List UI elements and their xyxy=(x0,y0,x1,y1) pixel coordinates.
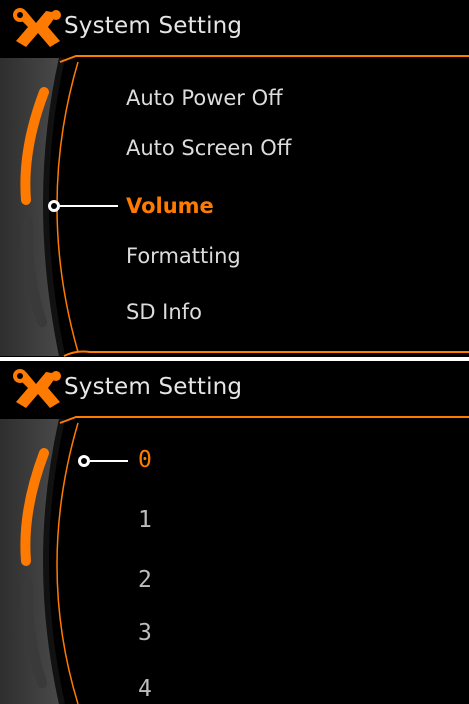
selection-indicator xyxy=(78,455,128,467)
volume-option-3[interactable]: 3 xyxy=(138,620,152,646)
selection-indicator xyxy=(48,200,118,212)
volume-option-2[interactable]: 2 xyxy=(138,567,152,593)
menu-item-volume[interactable]: Volume xyxy=(126,194,214,218)
volume-option-0[interactable]: 0 xyxy=(138,447,152,473)
volume-option-4[interactable]: 4 xyxy=(138,676,152,702)
menu-item-auto-screen-off[interactable]: Auto Screen Off xyxy=(126,136,291,160)
menu-item-auto-power-off[interactable]: Auto Power Off xyxy=(126,86,283,110)
volume-level-screen: System Setting 0 1 2 3 4 xyxy=(0,361,469,704)
menu-item-formatting[interactable]: Formatting xyxy=(126,244,241,268)
menu-item-sd-info[interactable]: SD Info xyxy=(126,300,202,324)
system-setting-menu-screen: System Setting Auto Power Off Auto Scree… xyxy=(0,0,469,357)
volume-option-1[interactable]: 1 xyxy=(138,507,152,533)
